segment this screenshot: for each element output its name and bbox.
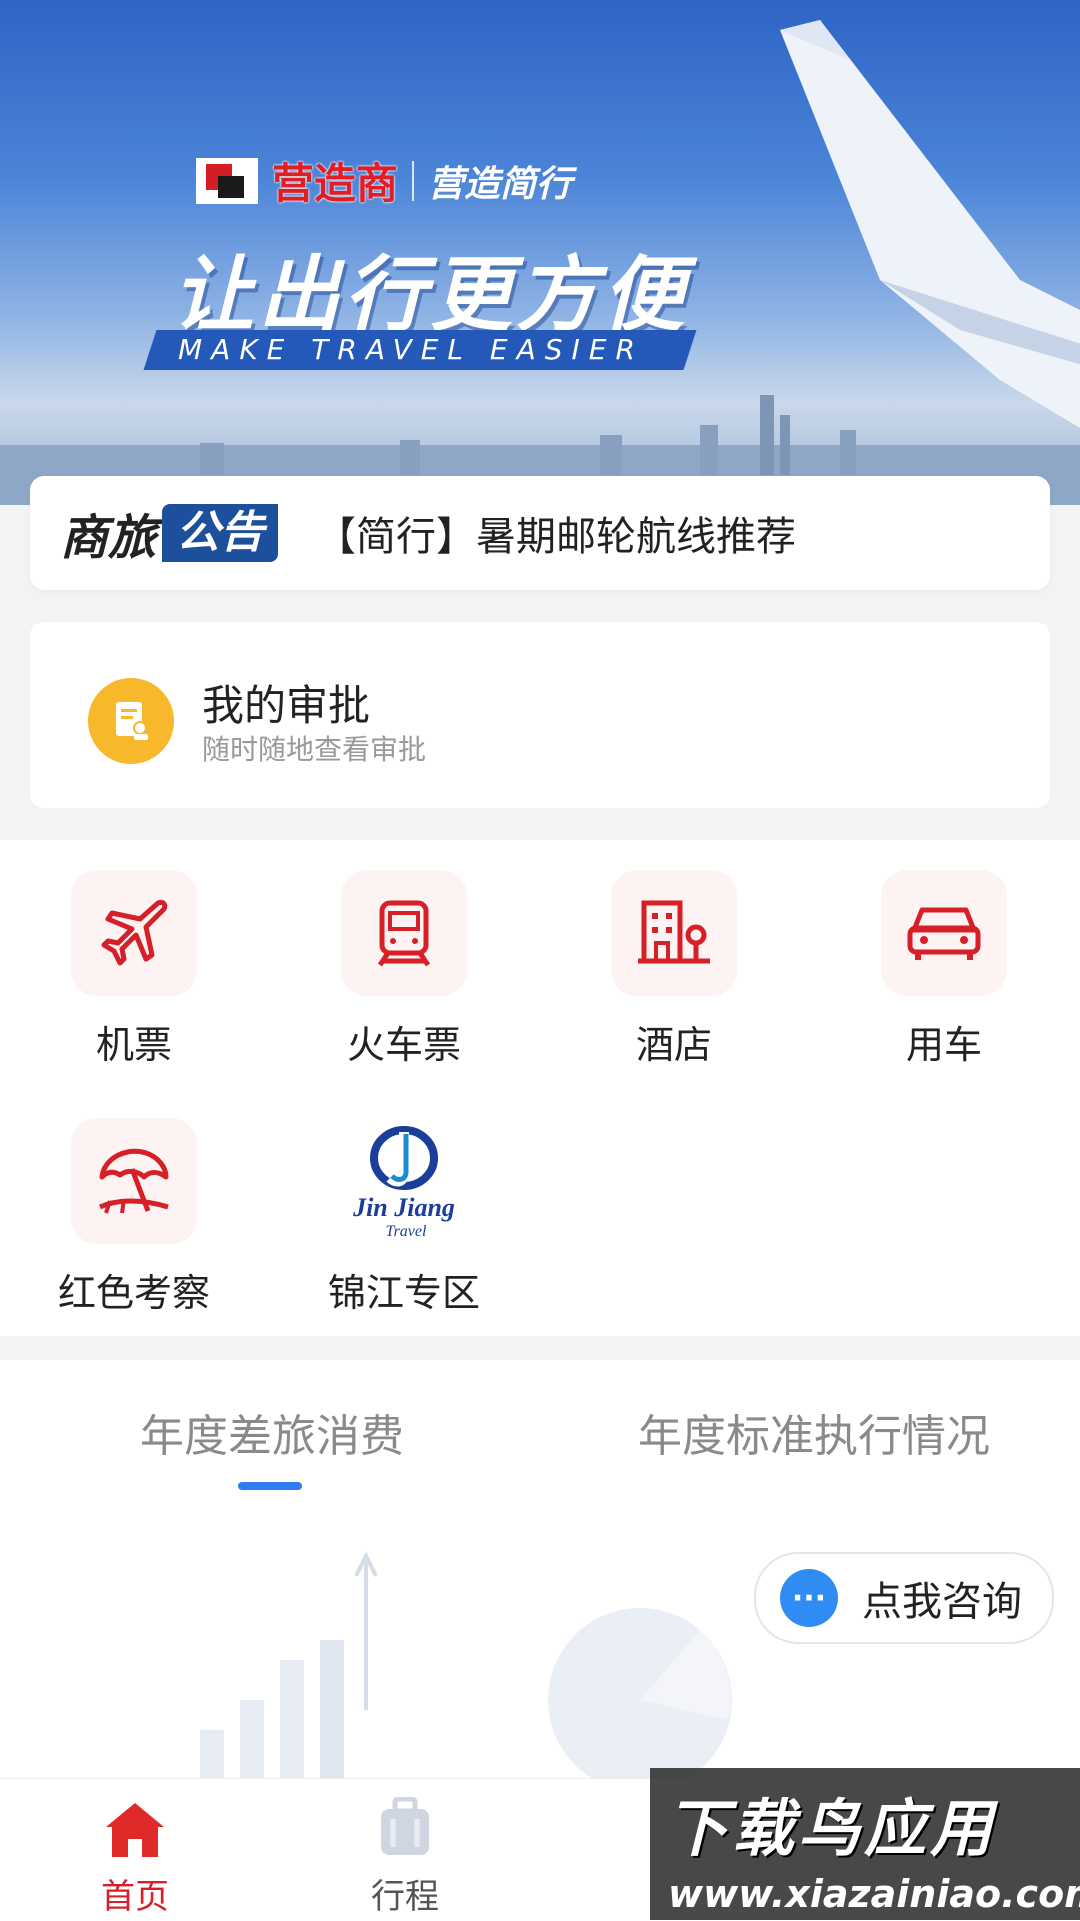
hotel-icon [611, 870, 737, 996]
airplane-icon [71, 870, 197, 996]
train-icon [341, 870, 467, 996]
hero-banner[interactable]: 营造商 营造简行 让出行更方便 MAKE TRAVEL EASIER [0, 0, 1080, 505]
consult-label: 点我咨询 [862, 1579, 1022, 1625]
consult-button[interactable]: ··· 点我咨询 [754, 1552, 1054, 1644]
brand-name: 营造商 [272, 159, 399, 208]
service-label: 锦江专区 [327, 1271, 480, 1315]
service-car[interactable]: 用车 [834, 870, 1054, 1069]
announcement-bar[interactable]: 商旅 公告 【简行】暑期邮轮航线推荐 [30, 476, 1050, 590]
umbrella-icon [71, 1118, 197, 1244]
service-label: 用车 [905, 1023, 982, 1067]
banner-slogan-en: MAKE TRAVEL EASIER [178, 333, 644, 366]
announcement-text[interactable]: 【简行】暑期邮轮航线推荐 [316, 504, 796, 562]
jinjiang-logo: Jin Jiang Travel [341, 1118, 467, 1244]
brand-subname: 营造简行 [428, 163, 573, 205]
tabbar-label: 首页 [101, 1877, 169, 1917]
watermark-title: 下载鸟应用 [666, 1792, 997, 1865]
tabbar-itinerary[interactable]: 行程 [320, 1797, 490, 1918]
brand-logo: 营造商 营造简行 [196, 150, 572, 211]
approval-subtitle: 随时随地查看审批 [202, 733, 427, 766]
service-jinjiang[interactable]: Jin Jiang Travel 锦江专区 [294, 1118, 514, 1317]
approval-title: 我的审批 [202, 681, 371, 730]
announcement-tag: 公告 [162, 504, 279, 562]
svg-text:Travel: Travel [386, 1223, 427, 1240]
service-red-tour[interactable]: 红色考察 [24, 1118, 244, 1317]
car-icon [881, 870, 1007, 996]
service-label: 机票 [95, 1023, 172, 1067]
luggage-icon [320, 1797, 490, 1861]
service-label: 酒店 [635, 1023, 712, 1067]
service-train[interactable]: 火车票 [294, 870, 514, 1069]
tab-annual-travel-spend[interactable]: 年度差旅消费 [140, 1400, 404, 1464]
annual-stats-panel: 年度差旅消费 年度标准执行情况 ··· 点我咨询 [0, 1360, 1080, 1790]
airplane-wing-image [780, 20, 1080, 428]
service-label: 红色考察 [57, 1271, 210, 1315]
banner-slogan-en-bar: MAKE TRAVEL EASIER [143, 330, 697, 370]
scs-logo-icon [196, 157, 258, 204]
home-icon [50, 1797, 220, 1861]
active-tab-indicator [238, 1482, 302, 1490]
tabbar-label: 行程 [371, 1877, 439, 1917]
my-approval-card[interactable]: 我的审批 随时随地查看审批 [30, 622, 1050, 808]
site-watermark: 下载鸟应用 www.xiazainiao.com [650, 1768, 1080, 1920]
tab-annual-policy-compliance[interactable]: 年度标准执行情况 [638, 1400, 990, 1464]
chat-bubble-icon: ··· [780, 1569, 838, 1627]
brand-divider [412, 160, 415, 201]
service-hotel[interactable]: 酒店 [564, 870, 784, 1069]
announcement-title: 商旅 [60, 510, 157, 566]
service-grid: 机票 火车票 酒店 用车 红色考察 Jin Jiang Travel 锦江专区 [0, 840, 1080, 1336]
service-label: 火车票 [346, 1023, 461, 1067]
approval-icon [88, 678, 174, 764]
watermark-url: www.xiazainiao.com [668, 1872, 1080, 1916]
service-flight[interactable]: 机票 [24, 870, 244, 1069]
svg-text:Jin Jiang: Jin Jiang [352, 1193, 455, 1222]
tabbar-home[interactable]: 首页 [50, 1797, 220, 1918]
